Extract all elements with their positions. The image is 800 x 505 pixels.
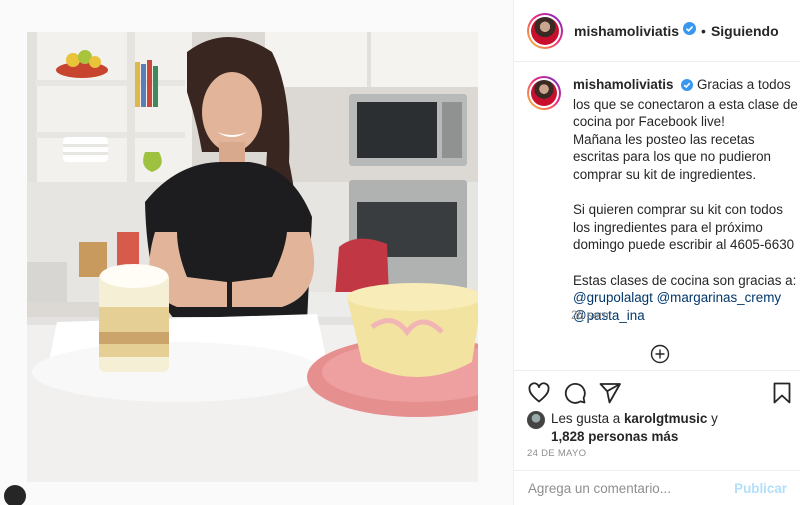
caption-line: Gracias a todos [696, 77, 791, 92]
caption-line: Estas clases de cocina son gracias a: [573, 272, 797, 288]
instagram-post: mishamoliviatis • Siguiendo mishamolivia… [0, 0, 800, 505]
mention-link[interactable]: @grupolalagt [573, 290, 653, 305]
bookmark-icon[interactable] [770, 381, 794, 405]
likes-connector: y [711, 411, 718, 426]
author-username[interactable]: mishamoliviatis [574, 23, 679, 39]
author-avatar[interactable] [527, 12, 563, 49]
post-caption: mishamoliviatis Gracias a todos los que … [527, 76, 798, 324]
caption-line: los que se conectaron a esta clase de [573, 96, 798, 112]
share-icon[interactable] [598, 381, 622, 405]
caption-timestamp[interactable]: 26 sem [571, 310, 609, 322]
verified-badge-icon [683, 21, 697, 40]
comment-bar: Publicar [514, 470, 800, 505]
liker-avatar[interactable] [527, 411, 545, 429]
caption-text: mishamoliviatis Gracias a todos los que … [573, 76, 798, 324]
caption-username[interactable]: mishamoliviatis [573, 77, 673, 92]
comment-input[interactable] [528, 480, 735, 496]
caption-line: domingo puede escribir al 4605-6630 [573, 237, 795, 253]
plus-circle-icon[interactable] [650, 344, 670, 364]
likes-count[interactable]: 1,828 personas más [551, 429, 678, 444]
kitchen-photo-image [27, 32, 478, 482]
viewer-avatar[interactable] [4, 485, 26, 505]
liker-username[interactable]: karolgtmusic [624, 411, 707, 426]
caption-line: los ingredientes para el próximo [573, 219, 763, 235]
caption-line: escritas para los que no pudieron [573, 149, 772, 165]
caption-line: Mañana les posteo las recetas [573, 131, 755, 147]
mention-link[interactable]: @margarinas_cremy [657, 290, 781, 305]
post-date[interactable]: 24 DE MAYO [527, 448, 586, 459]
action-bar [514, 370, 800, 415]
caption-line: cocina por Facebook live! [573, 114, 725, 130]
heart-icon[interactable] [527, 381, 551, 405]
comment-icon[interactable] [563, 381, 587, 405]
verified-badge-icon [681, 78, 694, 96]
caption-author-avatar[interactable] [527, 76, 561, 110]
post-header: mishamoliviatis • Siguiendo [514, 0, 800, 62]
publish-button[interactable]: Publicar [734, 481, 787, 496]
separator-dot: • [701, 22, 706, 39]
post-side-panel: mishamoliviatis • Siguiendo mishamolivia… [513, 0, 800, 505]
likes-prefix: Les gusta a [551, 411, 621, 426]
caption-line: comprar su kit de ingredientes. [573, 166, 757, 182]
likes-summary: Les gusta a karolgtmusic y 1,828 persona… [527, 410, 718, 446]
caption-line: Si quieren comprar su kit con todos [573, 202, 783, 218]
likes-text: Les gusta a karolgtmusic y 1,828 persona… [551, 410, 718, 446]
following-button[interactable]: Siguiendo [711, 23, 779, 39]
post-photo[interactable] [27, 32, 478, 482]
